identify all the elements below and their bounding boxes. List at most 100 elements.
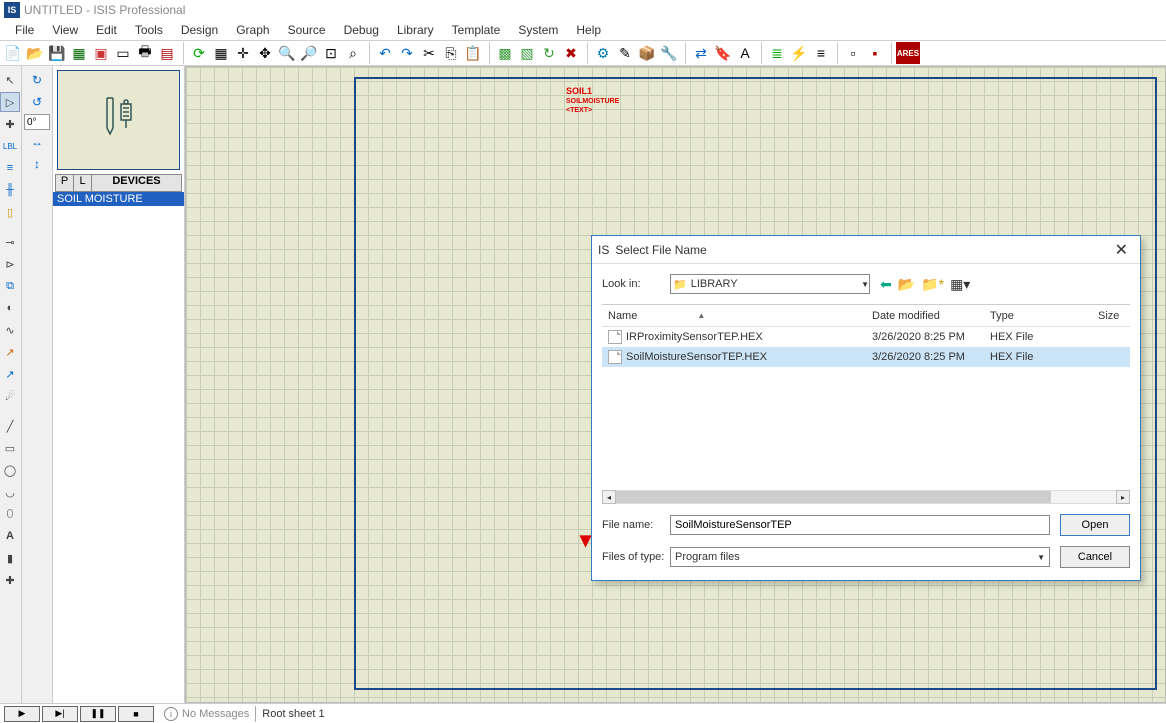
menu-source[interactable]: Source bbox=[279, 23, 335, 37]
lookin-select[interactable]: 📁 LIBRARY ▼ bbox=[670, 274, 870, 294]
menu-view[interactable]: View bbox=[43, 23, 87, 37]
make-device-icon[interactable]: ✎ bbox=[614, 42, 636, 64]
block-move-icon[interactable]: ▧ bbox=[516, 42, 538, 64]
selection-mode-icon[interactable]: ↖ bbox=[0, 70, 20, 90]
block-rotate-icon[interactable]: ↻ bbox=[538, 42, 560, 64]
device-pin-icon[interactable]: ⊳ bbox=[0, 254, 20, 274]
file-row[interactable]: SoilMoistureSensorTEP.HEX3/26/2020 8:25 … bbox=[602, 347, 1130, 367]
menu-help[interactable]: Help bbox=[567, 23, 610, 37]
text-2d-icon[interactable]: A bbox=[0, 526, 20, 546]
box-2d-icon[interactable]: ▭ bbox=[0, 438, 20, 458]
menu-file[interactable]: File bbox=[6, 23, 43, 37]
menu-debug[interactable]: Debug bbox=[335, 23, 388, 37]
zoom-area-icon[interactable]: ⌕ bbox=[342, 42, 364, 64]
subcircuit-icon[interactable]: ▯ bbox=[0, 202, 20, 222]
decompose-icon[interactable]: 🔧 bbox=[658, 42, 680, 64]
menu-edit[interactable]: Edit bbox=[87, 23, 126, 37]
rotation-input[interactable] bbox=[24, 114, 50, 130]
scroll-right-icon[interactable]: ▸ bbox=[1116, 490, 1130, 504]
up-one-level-icon[interactable]: 📂 bbox=[898, 276, 915, 293]
packaging-icon[interactable]: 📦 bbox=[636, 42, 658, 64]
junction-icon[interactable]: ✚ bbox=[0, 114, 20, 134]
play-button[interactable]: ▶ bbox=[4, 706, 40, 722]
close-icon[interactable]: ✕ bbox=[1109, 240, 1134, 260]
bill-icon[interactable]: ≣ bbox=[766, 42, 788, 64]
origin-icon[interactable]: ✛ bbox=[232, 42, 254, 64]
mark-output-icon[interactable]: ▤ bbox=[156, 42, 178, 64]
rotate-cw-icon[interactable]: ↻ bbox=[25, 70, 49, 90]
wire-autoroute-icon[interactable]: ⇄ bbox=[690, 42, 712, 64]
ares-icon[interactable]: ARES bbox=[896, 42, 920, 64]
stop-button[interactable]: ■ bbox=[118, 706, 154, 722]
graph-mode-icon[interactable]: ⧉ bbox=[0, 276, 20, 296]
schematic-canvas[interactable]: SOIL1 SOILMOISTURE <TEXT> ▾ ▾ IS Select … bbox=[185, 66, 1166, 703]
arc-2d-icon[interactable]: ◡ bbox=[0, 482, 20, 502]
back-icon[interactable]: ⬅ bbox=[880, 276, 892, 293]
horizontal-scrollbar[interactable]: ◂ ▸ bbox=[602, 490, 1130, 504]
circle-2d-icon[interactable]: ◯ bbox=[0, 460, 20, 480]
cut-icon[interactable]: ✂ bbox=[418, 42, 440, 64]
step-button[interactable]: ▶| bbox=[42, 706, 78, 722]
terminal-icon[interactable]: ⊸ bbox=[0, 232, 20, 252]
message-icon[interactable]: i bbox=[164, 707, 178, 721]
paste-icon[interactable]: 📋 bbox=[462, 42, 484, 64]
undo-icon[interactable]: ↶ bbox=[374, 42, 396, 64]
new-icon[interactable]: 📄 bbox=[2, 42, 24, 64]
pause-button[interactable]: ❚❚ bbox=[80, 706, 116, 722]
save-icon[interactable]: 💾 bbox=[46, 42, 68, 64]
generator-icon[interactable]: ∿ bbox=[0, 320, 20, 340]
line-2d-icon[interactable]: ╱ bbox=[0, 416, 20, 436]
marker-2d-icon[interactable]: ✚ bbox=[0, 570, 20, 590]
current-probe-icon[interactable]: ↗ bbox=[0, 364, 20, 384]
grid-icon[interactable]: ▦ bbox=[210, 42, 232, 64]
section-icon[interactable]: ▦ bbox=[68, 42, 90, 64]
search-tag-icon[interactable]: 🔖 bbox=[712, 42, 734, 64]
filename-input[interactable] bbox=[670, 515, 1050, 535]
view-menu-icon[interactable]: ▦▾ bbox=[950, 276, 970, 293]
open-icon[interactable]: 📂 bbox=[24, 42, 46, 64]
menu-template[interactable]: Template bbox=[443, 23, 510, 37]
pick-icon[interactable]: ⚙ bbox=[592, 42, 614, 64]
label-icon[interactable]: LBL bbox=[0, 136, 20, 156]
rotate-ccw-icon[interactable]: ↺ bbox=[25, 92, 49, 112]
voltage-probe-icon[interactable]: ↗ bbox=[0, 342, 20, 362]
list-item[interactable]: SOIL MOISTURE bbox=[53, 192, 184, 206]
path-2d-icon[interactable]: ⬯ bbox=[0, 504, 20, 524]
zoom-out-icon[interactable]: 🔎 bbox=[298, 42, 320, 64]
print-icon[interactable]: 🖶 bbox=[134, 42, 156, 64]
text-script-icon[interactable]: ≡ bbox=[0, 158, 20, 178]
cancel-button[interactable]: Cancel bbox=[1060, 546, 1130, 568]
remove-sheet-icon[interactable]: ▪ bbox=[864, 42, 886, 64]
open-button[interactable]: Open bbox=[1060, 514, 1130, 536]
new-sheet-icon[interactable]: ▫ bbox=[842, 42, 864, 64]
pick-device-button[interactable]: P bbox=[56, 175, 74, 191]
mirror-v-icon[interactable]: ↕ bbox=[25, 154, 49, 174]
copy-icon[interactable]: ⎘ bbox=[440, 42, 462, 64]
file-row[interactable]: IRProximitySensorTEP.HEX3/26/2020 8:25 P… bbox=[602, 327, 1130, 347]
pan-icon[interactable]: ✥ bbox=[254, 42, 276, 64]
block-delete-icon[interactable]: ✖ bbox=[560, 42, 582, 64]
block-copy-icon[interactable]: ▩ bbox=[494, 42, 516, 64]
column-headers[interactable]: Name▲ Date modified Type Size bbox=[602, 305, 1130, 327]
bus-icon[interactable]: ╫ bbox=[0, 180, 20, 200]
property-assign-icon[interactable]: A bbox=[734, 42, 756, 64]
component-mode-icon[interactable]: ▷ bbox=[0, 92, 20, 112]
print-area-icon[interactable]: ▭ bbox=[112, 42, 134, 64]
symbol-2d-icon[interactable]: ▮ bbox=[0, 548, 20, 568]
new-folder-icon[interactable]: 📁* bbox=[921, 276, 944, 293]
instrument-icon[interactable]: ☄ bbox=[0, 386, 20, 406]
erc-icon[interactable]: ⚡ bbox=[788, 42, 810, 64]
import-icon[interactable]: ▣ bbox=[90, 42, 112, 64]
netlist-icon[interactable]: ≡ bbox=[810, 42, 832, 64]
menu-graph[interactable]: Graph bbox=[227, 23, 278, 37]
tape-icon[interactable]: ◐ bbox=[0, 298, 20, 318]
menu-system[interactable]: System bbox=[509, 23, 567, 37]
library-button[interactable]: L bbox=[74, 175, 92, 191]
menu-design[interactable]: Design bbox=[172, 23, 227, 37]
mirror-h-icon[interactable]: ↔ bbox=[25, 132, 49, 152]
filetype-select[interactable]: Program files ▼ bbox=[670, 547, 1050, 567]
redo-icon[interactable]: ↷ bbox=[396, 42, 418, 64]
menu-library[interactable]: Library bbox=[388, 23, 443, 37]
menu-tools[interactable]: Tools bbox=[126, 23, 172, 37]
zoom-all-icon[interactable]: ⊡ bbox=[320, 42, 342, 64]
